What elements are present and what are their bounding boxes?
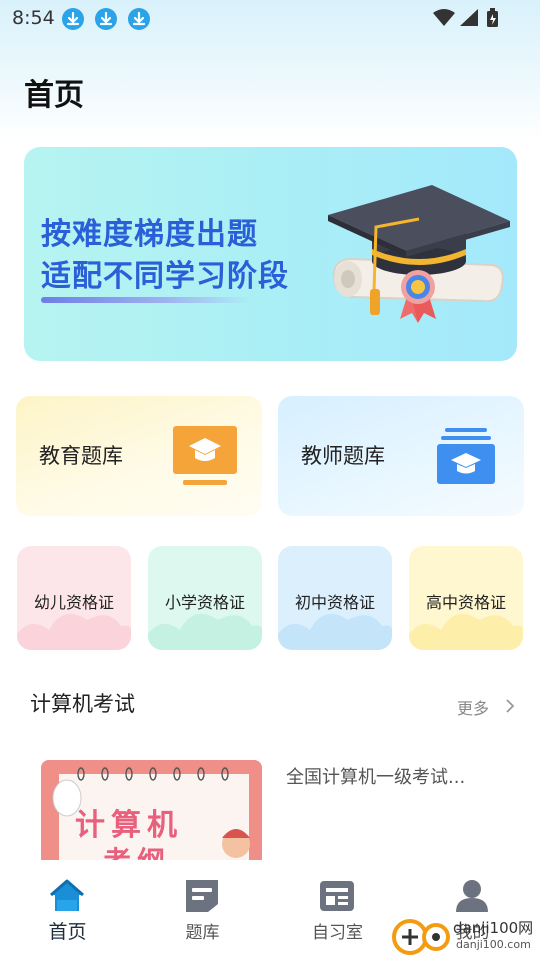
system-indicators [432, 8, 502, 28]
more-link[interactable]: 更多 [457, 695, 489, 719]
site-watermark: danji100网 danji100.com [390, 913, 540, 959]
card-label: 初中资格证 [294, 593, 375, 612]
tab-home[interactable]: 首页 [0, 860, 135, 960]
card-label: 教师题库 [301, 444, 385, 468]
senior-high-certificate-card[interactable]: 高中资格证 [409, 546, 523, 650]
wifi-icon [433, 9, 455, 26]
status-time: 8:54 [12, 7, 55, 29]
tab-label: 题库 [185, 923, 220, 943]
card-label: 幼儿资格证 [33, 593, 114, 612]
teacher-question-bank-card[interactable]: 教师题库 [278, 396, 524, 516]
course-image-text: 计算机 [75, 808, 183, 843]
section-title: 计算机考试 [30, 692, 135, 716]
home-icon [50, 879, 84, 911]
promo-banner[interactable]: 按难度梯度出题 适配不同学习阶段 [24, 147, 517, 361]
card-label: 小学资格证 [164, 593, 245, 612]
battery-icon [487, 8, 498, 27]
course-image-text: 考纲 [103, 840, 171, 860]
card-label: 教育题库 [39, 444, 123, 468]
graduation-cap-monitor-icon [173, 426, 237, 485]
profile-icon [456, 880, 488, 912]
status-bar: 8:54 [0, 0, 540, 36]
chevron-right-icon[interactable] [505, 698, 515, 714]
download-icon [95, 8, 117, 30]
graduation-cap-stack-icon [437, 428, 495, 484]
junior-high-certificate-card[interactable]: 初中资格证 [278, 546, 392, 650]
kindergarten-certificate-card[interactable]: 幼儿资格证 [17, 546, 131, 650]
watermark-subtext: danji100.com [456, 938, 531, 951]
tab-label: 首页 [48, 921, 87, 943]
signal-icon [460, 9, 478, 26]
page-title: 首页 [24, 78, 84, 113]
graduation-cap-diploma-icon [328, 185, 510, 323]
banner-subheadline: 适配不同学习阶段 [41, 259, 289, 294]
tab-study-room[interactable]: 自习室 [270, 860, 405, 960]
education-question-bank-card[interactable]: 教育题库 [16, 396, 262, 516]
tab-question-bank[interactable]: 题库 [135, 860, 270, 960]
download-icon [62, 8, 84, 30]
watermark-text: danji100网 [453, 919, 534, 937]
watermark-logo-icon [392, 919, 450, 955]
primary-school-certificate-card[interactable]: 小学资格证 [148, 546, 262, 650]
card-label: 高中资格证 [425, 593, 506, 612]
question-bank-icon [186, 880, 218, 912]
tab-label: 自习室 [312, 923, 363, 943]
banner-underline [41, 297, 251, 303]
banner-headline: 按难度梯度出题 [41, 217, 258, 252]
course-thumbnail[interactable]: 计算机 考纲 [41, 760, 262, 860]
download-icon [128, 8, 150, 30]
course-title[interactable]: 全国计算机一级考试... [286, 763, 465, 789]
study-room-icon [320, 881, 354, 911]
